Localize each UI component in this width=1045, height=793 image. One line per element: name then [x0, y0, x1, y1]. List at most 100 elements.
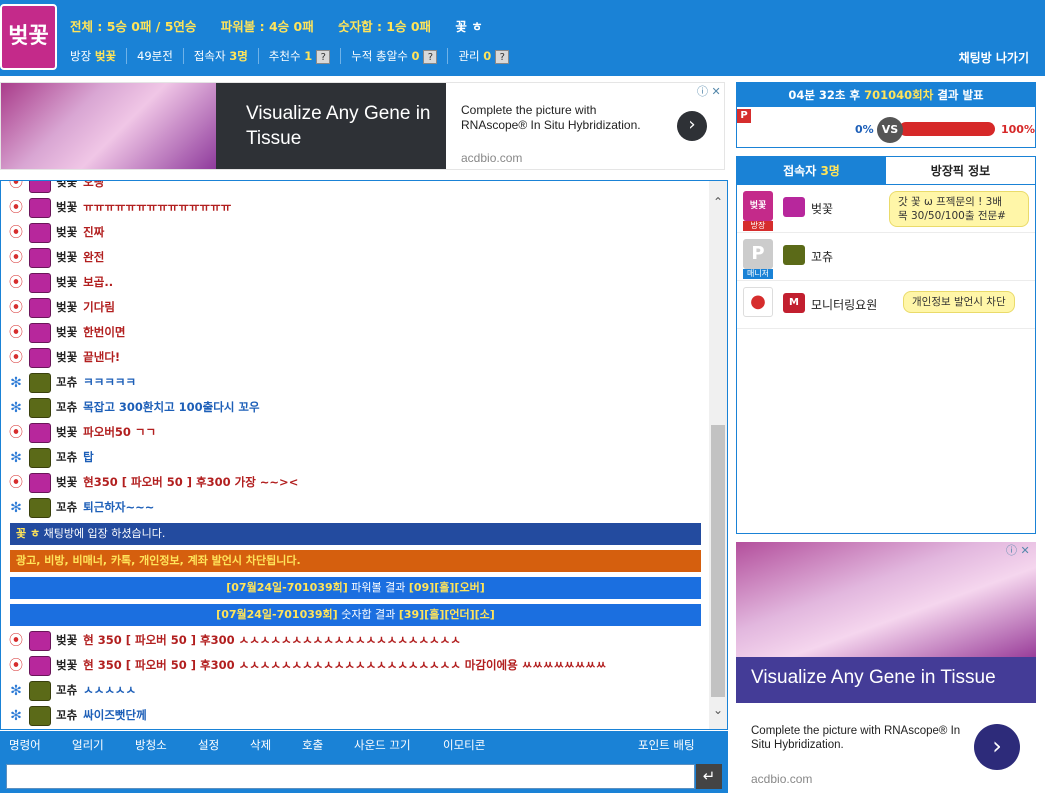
user-level-icon	[783, 197, 805, 217]
users-panel: 접속자 3명 방장픽 정보 벚꽃 방장 벚꽃 갓 꽃 ω 프젝문의 ! 3배 목…	[736, 156, 1036, 534]
ad-arrow-icon[interactable]: ›	[677, 111, 707, 141]
message-text: 끝낸다!	[83, 350, 121, 364]
ad-headline: Visualize Any Gene in Tissue	[736, 657, 1036, 703]
tab-users[interactable]: 접속자 3명	[737, 157, 886, 185]
message-text: 기다림	[83, 300, 115, 314]
owner-avatar: 벚꽃	[743, 191, 773, 221]
chat-scrollbar[interactable]: ⌃ ⌄	[709, 181, 727, 729]
chat-message: ⦿ 벚꽃 진짜	[9, 221, 104, 243]
powerball-badge: P	[737, 109, 751, 123]
point-bet-button[interactable]: 포인트 배팅	[638, 737, 695, 753]
round-result-header: 04분 32초 후 701040회차 결과 발표	[737, 83, 1035, 107]
chat-message: ✻ 꼬츄 ㅅㅅㅅㅅㅅ	[9, 679, 136, 701]
ad-url: acdbio.com	[751, 772, 813, 786]
visitor-count: 접속자 3명	[182, 48, 258, 64]
spiral-icon: ⦿	[9, 349, 23, 366]
message-author[interactable]: 벚꽃	[56, 325, 77, 339]
settings-button[interactable]: 설정	[198, 737, 219, 753]
send-button[interactable]: ↵	[696, 764, 722, 789]
message-author[interactable]: 벚꽃	[56, 250, 77, 264]
chat-message: ⦿ 벚꽃 보곱..	[9, 271, 113, 293]
user-level-icon	[29, 297, 51, 318]
message-author[interactable]: 벚꽃	[56, 350, 77, 364]
clear-room-button[interactable]: 방청소	[135, 737, 167, 753]
ad-image	[1, 83, 216, 169]
tab-owner-pick[interactable]: 방장픽 정보	[886, 157, 1035, 185]
vote-bar	[899, 122, 995, 136]
user-row-owner[interactable]: 벚꽃 방장 벚꽃 갓 꽃 ω 프젝문의 ! 3배 목 30/50/100출 전문…	[737, 185, 1035, 233]
message-text: 현350 [ 파오버 50 ] 후300 가장 ~~><	[83, 475, 299, 489]
vs-icon: VS	[877, 117, 903, 143]
message-author[interactable]: 벚꽃	[56, 200, 77, 214]
recommend-help-button[interactable]: ?	[316, 49, 331, 64]
spiral-icon: ⦿	[9, 474, 23, 491]
user-row-manager[interactable]: P 매니저 꼬츄	[737, 233, 1035, 281]
message-text: 퇴근하자~~~	[83, 500, 155, 514]
ad-arrow-icon[interactable]: ›	[974, 724, 1020, 770]
message-text: 진짜	[83, 225, 105, 239]
manage-count: 관리 0?	[447, 48, 519, 64]
ad-choice-icon[interactable]: ⓘ ✕	[1006, 542, 1030, 558]
message-author[interactable]: 벚꽃	[56, 275, 77, 289]
sound-off-button[interactable]: 사운드 끄기	[354, 737, 411, 753]
hits-help-button[interactable]: ?	[423, 49, 438, 64]
message-author[interactable]: 벚꽃	[56, 633, 77, 647]
user-level-icon	[29, 247, 51, 268]
chat-message: ✻ 꼬츄 탑	[9, 446, 94, 468]
freeze-button[interactable]: 얼리기	[72, 737, 104, 753]
ad-banner-top[interactable]: Visualize Any Gene in Tissue Complete th…	[0, 82, 725, 170]
command-button[interactable]: 명령어	[9, 737, 41, 753]
chat-input[interactable]	[6, 764, 695, 789]
elapsed-time: 49분전	[126, 48, 183, 64]
ad-url: acdbio.com	[461, 151, 523, 165]
stats-row: 전체 : 5승 0패 / 5연승 파워볼 : 4승 0패 숫자합 : 1승 0패…	[70, 16, 503, 34]
scroll-up-icon[interactable]: ⌃	[711, 195, 725, 209]
message-author[interactable]: 꼬츄	[56, 375, 77, 389]
notice-result-number: [07월24일-701039회] 숫자합 결과 [39][홀][언더][소]	[10, 604, 701, 626]
user-level-icon	[29, 197, 51, 218]
siren-icon: ●	[743, 287, 773, 317]
message-author[interactable]: 벚꽃	[56, 300, 77, 314]
message-author[interactable]: 벚꽃	[56, 225, 77, 239]
round-result-panel: 04분 32초 후 701040회차 결과 발표 P 0% VS 100%	[736, 82, 1036, 148]
user-row-monitor[interactable]: ● M 모니터링요원 개인정보 발언시 차단	[737, 281, 1035, 329]
message-author[interactable]: 벚꽃	[56, 475, 77, 489]
chat-panel: ⦿ 벚꽃 오빵 ⦿ 벚꽃 ㅠㅠㅠㅠㅠㅠㅠㅠㅠㅠㅠㅠㅠㅠ ⦿ 벚꽃 진짜 ⦿ 벚꽃 완전 ⦿ 벚꽃 보곱.. ⦿…	[0, 180, 728, 730]
chat-message: ⦿ 벚꽃 완전	[9, 246, 104, 268]
chat-toolbar: 명령어 얼리기 방청소 설정 삭제 호출 사운드 끄기 이모티콘 포인트 배팅	[0, 731, 728, 758]
user-level-icon	[29, 680, 51, 701]
stat-power: 파워볼 : 4승 0패	[220, 19, 314, 34]
chat-room-app: 벚꽃 전체 : 5승 0패 / 5연승 파워볼 : 4승 0패 숫자합 : 1승…	[0, 0, 1045, 793]
message-author[interactable]: 벚꽃	[56, 425, 77, 439]
message-author[interactable]: 벚꽃	[56, 658, 77, 672]
call-button[interactable]: 호출	[302, 737, 323, 753]
notice-room-name: 꽃 ㅎ	[16, 527, 41, 540]
message-author[interactable]: 꼬츄	[56, 500, 77, 514]
user-status-bubble: 갓 꽃 ω 프젝문의 ! 3배 목 30/50/100출 전문#	[889, 191, 1029, 227]
message-text: 오빵	[83, 181, 105, 189]
message-author[interactable]: 꼬츄	[56, 450, 77, 464]
chat-message: ⦿ 벚꽃 파오버50 ㄱㄱ	[9, 421, 156, 443]
delete-button[interactable]: 삭제	[250, 737, 271, 753]
spiral-icon: ⦿	[9, 249, 23, 266]
chat-message: ⦿ 벚꽃 현 350 [ 파오버 50 ] 후300 ㅅㅅㅅㅅㅅㅅㅅㅅㅅㅅㅅㅅㅅㅅㅅ…	[9, 654, 606, 676]
user-level-icon	[29, 181, 51, 193]
chat-message: ⦿ 벚꽃 오빵	[9, 181, 104, 193]
hits-count: 누적 총알수 0?	[340, 48, 447, 64]
ad-choice-icon[interactable]: ⓘ ✕	[697, 83, 721, 99]
message-author[interactable]: 벚꽃	[56, 181, 77, 189]
room-info-row: 방장 벚꽃 49분전 접속자 3명 추천수 1? 누적 총알수 0? 관리 0?	[70, 48, 519, 68]
message-author[interactable]: 꼬츄	[56, 708, 77, 722]
room-title: 꽃 ㅎ	[455, 19, 483, 34]
scroll-thumb[interactable]	[711, 425, 725, 697]
message-author[interactable]: 꼬츄	[56, 683, 77, 697]
message-author[interactable]: 꼬츄	[56, 400, 77, 414]
scroll-down-icon[interactable]: ⌄	[711, 703, 725, 717]
stat-total: 전체 : 5승 0패 / 5연승	[70, 19, 197, 34]
emoticon-button[interactable]: 이모티콘	[443, 737, 485, 753]
spiral-icon: ⦿	[9, 299, 23, 316]
user-level-icon	[29, 272, 51, 293]
leave-room-button[interactable]: 채팅방 나가기	[959, 49, 1029, 66]
ad-banner-right[interactable]: ⓘ ✕ Visualize Any Gene in Tissue Complet…	[736, 542, 1036, 793]
manage-help-button[interactable]: ?	[495, 49, 510, 64]
